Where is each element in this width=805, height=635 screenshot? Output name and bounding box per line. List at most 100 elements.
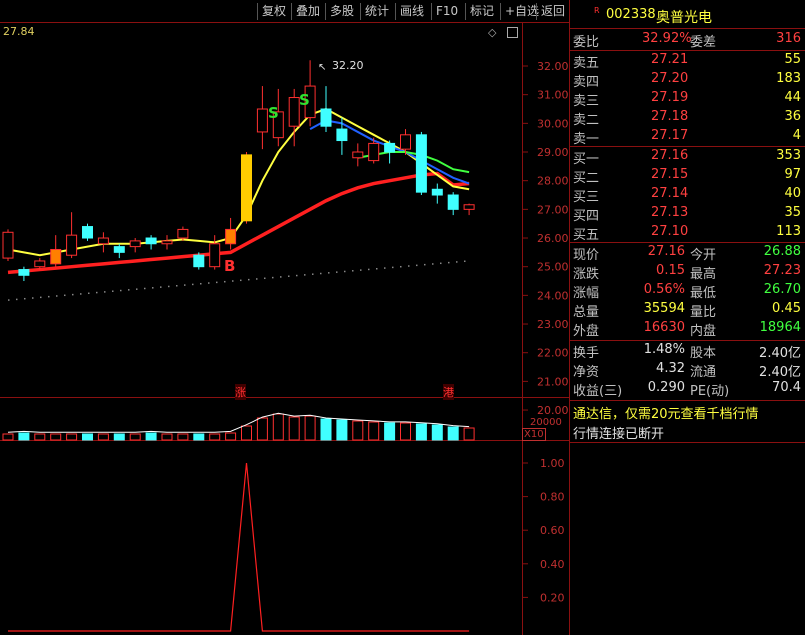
level-label: 卖三 (573, 94, 600, 109)
fundamental-row-1: 换手 1.48% 股本 2.40亿 (570, 341, 805, 361)
sell-level-row-4[interactable]: 卖二 27.18 36 (570, 108, 805, 128)
volume-bar (463, 427, 475, 441)
r-mark: R (594, 6, 600, 15)
stat-label: 量比 (690, 305, 717, 320)
buy-level-row-2[interactable]: 买二 27.15 97 (570, 166, 805, 186)
fund-value: 4.32 (656, 361, 685, 376)
level-label: 买二 (573, 171, 600, 186)
candle-body (320, 108, 332, 127)
dot (144, 287, 146, 290)
volume-bar (18, 432, 30, 441)
volume-bars (2, 412, 475, 441)
fund-value: 70.4 (772, 380, 801, 395)
fund-value: 0.290 (647, 380, 685, 395)
indicator-line (8, 462, 470, 632)
buy-level-row-1[interactable]: 买一 27.16 353 (570, 147, 805, 167)
candle-body (209, 243, 221, 268)
buy-level-row-4[interactable]: 买四 27.13 35 (570, 204, 805, 224)
dot (216, 281, 218, 284)
sell-level-row-3[interactable]: 卖三 27.19 44 (570, 89, 805, 109)
candle-body (368, 142, 380, 162)
level-price: 27.21 (651, 52, 689, 67)
dot (136, 288, 138, 290)
volume-bar (352, 420, 364, 441)
price-tick-label: 31.00 (537, 89, 569, 102)
stat-value: 16630 (643, 320, 685, 335)
fund-label: 流通 (690, 365, 717, 380)
sell-level-row-5[interactable]: 卖一 27.17 4 (570, 127, 805, 147)
price-tick-label: 30.00 (537, 117, 569, 130)
kline-chart[interactable]: 32.00 31.00 30.00 29.00 28.00 27.00 26.00 25.00… (0, 0, 570, 635)
stat-label: 今开 (690, 248, 717, 263)
dot (248, 278, 250, 281)
dot (272, 276, 274, 279)
dot (24, 297, 26, 300)
level-label: 卖四 (573, 75, 600, 90)
stat-value: 18964 (759, 320, 801, 335)
candle-body (193, 254, 205, 268)
level-price: 27.14 (651, 186, 689, 201)
volume-bar (209, 433, 221, 441)
fundamental-row-2: 净资 4.32 流通 2.40亿 (570, 360, 805, 380)
fund-label: PE(动) (690, 384, 730, 399)
candle-body (447, 194, 459, 210)
stat-row-3: 涨幅 0.56% 最低 26.70 (570, 281, 805, 301)
stat-label: 外盘 (573, 324, 600, 339)
buy-level-row-5[interactable]: 买五 27.10 113 (570, 223, 805, 243)
candle-body (352, 151, 364, 159)
ma-yellow-line (7, 107, 470, 257)
candle-body (161, 240, 173, 245)
level-volume: 97 (784, 167, 801, 182)
level-volume: 353 (776, 148, 801, 163)
buy-level-row-3[interactable]: 买三 27.14 40 (570, 185, 805, 205)
price-tick-label: 27.00 (537, 203, 569, 216)
sell-level-row-2[interactable]: 卖四 27.20 183 (570, 70, 805, 90)
dot (328, 272, 330, 274)
dot (320, 272, 322, 275)
level-volume: 35 (784, 205, 801, 220)
price-tick-label: 24.00 (537, 289, 569, 302)
volume-bar (161, 433, 173, 441)
stat-label: 涨幅 (573, 286, 600, 301)
dot (168, 285, 170, 288)
volume-bar (304, 415, 316, 441)
dot (208, 282, 210, 284)
level-volume: 36 (784, 109, 801, 124)
dot (392, 266, 394, 269)
volume-bar (82, 433, 93, 441)
stat-label: 最高 (690, 267, 717, 282)
price-tick-label: 32.00 (537, 60, 569, 73)
promo-notice[interactable]: 通达信，仅需20元查看千档行情 (570, 402, 805, 422)
price-tick-label: 22.00 (537, 347, 569, 360)
level-label: 买三 (573, 190, 600, 205)
dot (184, 284, 186, 286)
stock-name[interactable]: 奥普光电 (656, 7, 712, 27)
dot (72, 293, 74, 296)
stat-label: 总量 (573, 305, 600, 320)
candle-body (97, 237, 109, 245)
candle-body (82, 226, 93, 239)
dot (64, 294, 66, 297)
indicator-axis-labels: 1.00 0.80 0.60 0.40 0.20 (522, 457, 565, 604)
volume-bar (256, 417, 268, 441)
level-price: 27.20 (651, 71, 689, 86)
dot (376, 268, 378, 270)
candle-body (288, 97, 300, 127)
sell-level-row-1[interactable]: 卖五 27.21 55 (570, 51, 805, 71)
volume-bar (66, 433, 78, 441)
stat-label: 涨跌 (573, 267, 600, 282)
fund-label: 净资 (573, 365, 600, 380)
stat-row-2: 涨跌 0.15 最高 27.23 (570, 262, 805, 282)
volume-bar (177, 433, 189, 441)
fund-value: 2.40亿 (759, 365, 801, 380)
dot (160, 286, 162, 288)
high-marker-arrow-icon: ↖ (318, 62, 327, 73)
stat-label: 最低 (690, 286, 717, 301)
fund-label: 股本 (690, 346, 717, 361)
volume-bar (368, 421, 380, 441)
fund-label: 收益(三) (573, 384, 623, 399)
volume-bar (415, 423, 427, 441)
dot (192, 283, 194, 286)
dot (152, 287, 154, 289)
sell-signal-s-1: S (268, 104, 279, 122)
